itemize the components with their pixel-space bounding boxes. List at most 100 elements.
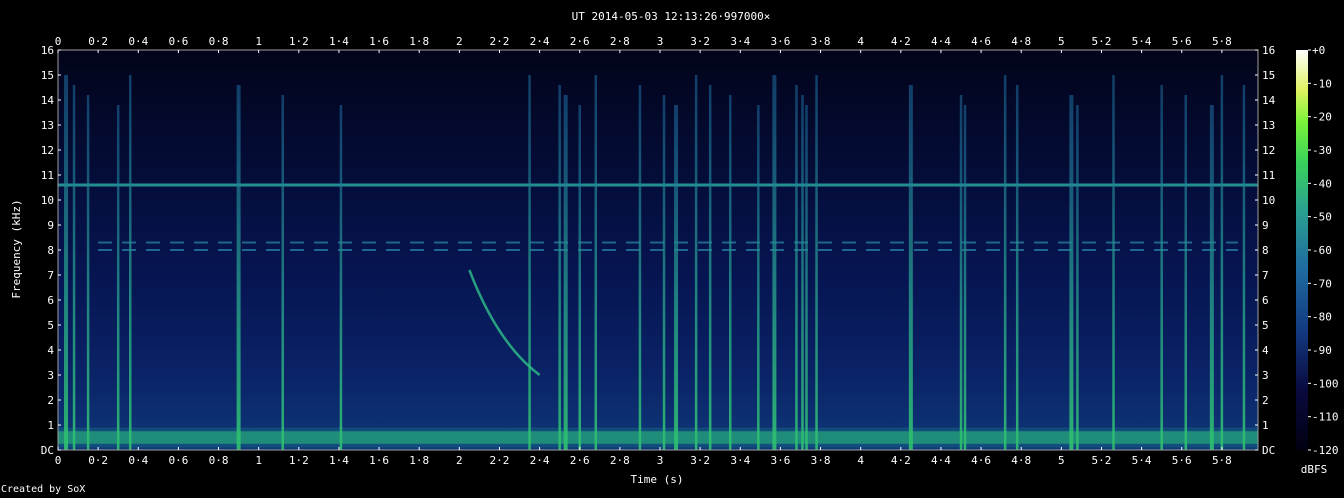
impulse-streak: [1220, 75, 1224, 450]
y-tick-label: 11: [1262, 169, 1275, 182]
colorbar-tick-label: -120: [1312, 444, 1339, 457]
impulse-streak: [558, 85, 561, 450]
y-tick-label: 14: [41, 94, 55, 107]
y-tick-label: 13: [1262, 119, 1275, 132]
x-axis-label: Time (s): [631, 473, 684, 486]
x-tick-label: 4: [857, 35, 864, 48]
x-tick-label: 2·6: [570, 35, 590, 48]
y-tick-label: 1: [1262, 419, 1269, 432]
x-tick-label: 3·4: [730, 454, 750, 467]
colorbar-tick-label: -40: [1312, 177, 1332, 190]
x-tick-label: 0·2: [88, 454, 108, 467]
x-tick-label: 2·8: [610, 454, 630, 467]
x-tick-label: 4·2: [891, 454, 911, 467]
x-tick-label: 4·8: [1011, 454, 1031, 467]
y-tick-label: 9: [1262, 219, 1269, 232]
impulse-streak: [1184, 95, 1188, 450]
y-tick-label: 6: [47, 294, 54, 307]
x-tick-label: 0·4: [128, 35, 148, 48]
y-tick-label: 3: [47, 369, 54, 382]
chart-title: UT 2014-05-03 12:13:26·997000×: [572, 10, 771, 23]
x-tick-label: 5·8: [1212, 454, 1232, 467]
colorbar-tick-label: -90: [1312, 344, 1332, 357]
x-tick-label: 1: [255, 454, 262, 467]
y-tick-label: 2: [1262, 394, 1269, 407]
x-tick-label: 1·8: [409, 454, 429, 467]
impulse-streak: [64, 75, 69, 450]
y-tick-label: DC: [41, 444, 54, 457]
y-tick-label: 9: [47, 219, 54, 232]
y-tick-label: 3: [1262, 369, 1269, 382]
x-tick-label: 5·2: [1092, 454, 1112, 467]
colorbar-label: dBFS: [1301, 463, 1328, 476]
impulse-streak: [805, 105, 808, 450]
x-tick-label: 5·4: [1132, 454, 1152, 467]
impulse-streak: [1242, 85, 1246, 450]
y-tick-label: 4: [1262, 344, 1269, 357]
colorbar-tick-label: -50: [1312, 211, 1332, 224]
x-tick-label: 3·6: [770, 454, 790, 467]
x-tick-label: 5·8: [1212, 35, 1232, 48]
x-tick-label: 1·2: [289, 35, 309, 48]
impulse-streak: [1209, 105, 1214, 450]
y-tick-label: 10: [41, 194, 54, 207]
y-tick-label: 15: [41, 69, 54, 82]
x-tick-label: 5: [1058, 35, 1065, 48]
x-tick-label: 2·6: [570, 454, 590, 467]
y-tick-label: 5: [47, 319, 54, 332]
x-tick-label: 3·2: [690, 454, 710, 467]
y-tick-label: 7: [1262, 269, 1269, 282]
x-tick-label: 4·8: [1011, 35, 1031, 48]
x-tick-label: 2: [456, 454, 463, 467]
x-tick-label: 0·8: [209, 35, 229, 48]
impulse-streak: [1069, 95, 1074, 450]
impulse-streak: [563, 95, 568, 450]
x-tick-label: 4·6: [971, 454, 991, 467]
colorbar-tick-labels: +0 -10 -20 -30 -40 -50 -60 -70 -80 -90 -100 -110 -12…: [1308, 44, 1339, 457]
x-tick-label: 4·4: [931, 35, 951, 48]
impulse-streak: [86, 95, 90, 450]
x-tick-label: 3·8: [811, 35, 831, 48]
credit-text: Created by SoX: [1, 484, 86, 495]
x-tick-label: 1·4: [329, 454, 349, 467]
y-tick-label: 15: [1262, 69, 1275, 82]
y-tick-label: 10: [1262, 194, 1275, 207]
y-tick-label: 16: [1262, 44, 1275, 57]
impulse-streak: [1003, 75, 1007, 450]
x-tick-label: 2·2: [490, 35, 510, 48]
x-tick-label: 2·4: [530, 35, 550, 48]
x-tick-label: 2·8: [610, 35, 630, 48]
colorbar-gradient: [1296, 50, 1308, 450]
x-tick-label: 2·4: [530, 454, 550, 467]
impulse-streak: [708, 85, 712, 450]
impulse-streak: [1160, 85, 1163, 450]
impulse-streak: [757, 105, 760, 450]
impulse-streak: [908, 85, 913, 450]
colorbar-tick-label: +0: [1312, 44, 1325, 57]
x-tick-label: 3·8: [811, 454, 831, 467]
x-tick-label: 0·4: [128, 454, 148, 467]
impulse-streak: [795, 85, 798, 450]
impulse-streak: [959, 95, 963, 450]
colorbar: +0 -10 -20 -30 -40 -50 -60 -70 -80 -90 -100 -110 -12…: [1296, 44, 1339, 476]
x-tick-label: 3: [657, 454, 664, 467]
y-tick-label: 14: [1262, 94, 1276, 107]
x-tick-label: 4·4: [931, 454, 951, 467]
x-tick-label: 2: [456, 35, 463, 48]
colorbar-tick-label: -110: [1312, 411, 1339, 424]
y-tick-label: DC: [1262, 444, 1275, 457]
x-tick-label: 1·2: [289, 454, 309, 467]
colorbar-tick-label: -20: [1312, 111, 1332, 124]
impulse-streak: [1076, 105, 1079, 450]
x-tick-label: 1·6: [369, 454, 389, 467]
impulse-streak: [1112, 75, 1115, 450]
x-tick-label: 0·8: [209, 454, 229, 467]
impulse-streak: [638, 85, 642, 450]
spectrogram-chart: UT 2014-05-03 12:13:26·997000× 0 0·2 0·4 0·…: [10, 10, 1339, 486]
colorbar-tick-label: -80: [1312, 311, 1332, 324]
y-tick-label: 11: [41, 169, 54, 182]
plot-area: [57, 49, 1259, 451]
x-tick-label: 5·6: [1172, 35, 1192, 48]
x-tick-label: 3·2: [690, 35, 710, 48]
x-tick-label: 0: [55, 454, 62, 467]
